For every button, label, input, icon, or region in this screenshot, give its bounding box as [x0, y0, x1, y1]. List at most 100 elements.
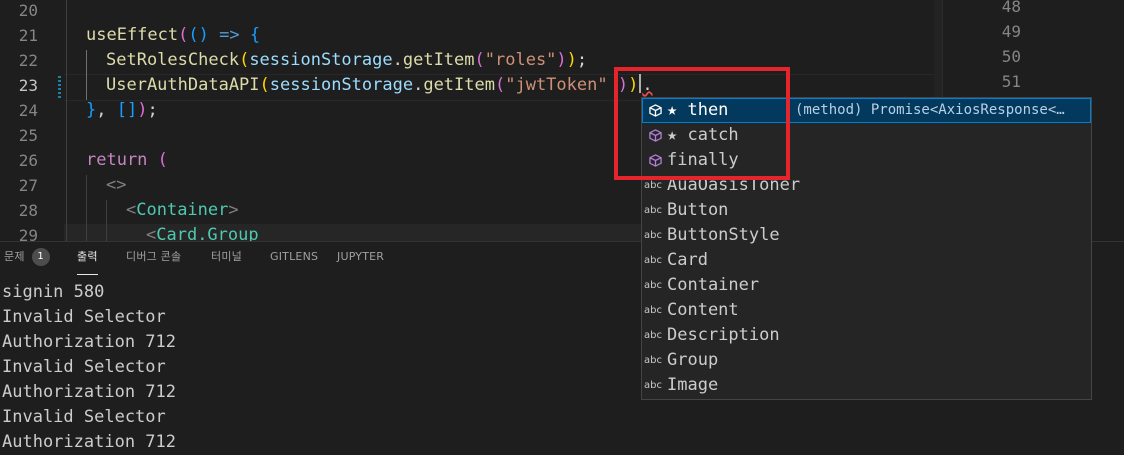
- suggest-item[interactable]: abc Image: [642, 373, 1091, 398]
- suggest-label: ButtonStyle: [667, 225, 780, 245]
- token: >: [228, 200, 239, 220]
- line-number: 51: [1001, 72, 1021, 91]
- token: "jwtToken": [505, 75, 608, 95]
- tab-jupyter[interactable]: JUPYTER: [337, 242, 384, 274]
- token: SetRolesCheck: [106, 50, 240, 70]
- code-line-28: <Container>: [126, 198, 239, 223]
- suggest-item[interactable]: abc Content: [642, 298, 1091, 323]
- tab-label: 디버그 콘솔: [126, 250, 182, 263]
- code-line-27: <>: [106, 173, 126, 198]
- token: ): [556, 50, 567, 70]
- suggest-label: Group: [667, 350, 719, 370]
- output-line: Authorization 712: [2, 432, 176, 452]
- problems-count-badge: 1: [31, 248, 50, 266]
- token: getItem: [402, 50, 475, 70]
- line-number: 22: [18, 51, 38, 70]
- line-number: 20: [18, 1, 38, 20]
- text-abc-icon: abc: [644, 355, 662, 366]
- text-abc-icon: abc: [644, 230, 662, 241]
- token: sessionStorage: [249, 50, 393, 70]
- token: (: [474, 50, 485, 70]
- line-number: 28: [18, 201, 38, 220]
- token: "roles": [484, 50, 557, 70]
- text-abc-icon: abc: [644, 330, 662, 341]
- line-number: 50: [1001, 47, 1021, 66]
- token: Card.Group: [156, 225, 259, 241]
- suggest-item[interactable]: abc Group: [642, 348, 1091, 373]
- token: {: [249, 25, 261, 45]
- output-line: Authorization 712: [2, 382, 176, 402]
- code-line-21: useEffect(() => {: [86, 23, 260, 48]
- suggest-detail: (method) Promise<AxiosResponse<…: [795, 102, 1065, 118]
- suggest-label: Content: [667, 300, 739, 320]
- line-number: 24: [18, 101, 38, 120]
- suggest-item[interactable]: abc ButtonStyle: [642, 223, 1091, 248]
- token: <: [146, 225, 157, 241]
- suggest-label: Description: [667, 325, 780, 345]
- tab-label: 출력: [77, 250, 98, 263]
- text-abc-icon: abc: [644, 380, 662, 391]
- token: ): [566, 50, 577, 70]
- code-line-22: SetRolesCheck(sessionStorage.getItem("ro…: [106, 48, 587, 73]
- token: .: [413, 75, 424, 95]
- token: <: [126, 200, 137, 220]
- output-line: Authorization 712: [2, 332, 176, 352]
- output-line: Invalid Selector: [2, 407, 166, 427]
- indent-guide: [106, 200, 107, 241]
- output-line: Invalid Selector: [2, 357, 166, 377]
- text-abc-icon: abc: [644, 205, 662, 216]
- suggest-label: Image: [667, 375, 719, 395]
- token: Container: [136, 200, 229, 220]
- suggest-item[interactable]: abc Description: [642, 323, 1091, 348]
- suggest-label: Container: [667, 275, 760, 295]
- output-line: Invalid Selector: [2, 307, 166, 327]
- line-number: 49: [1001, 22, 1021, 41]
- line-number: 26: [18, 151, 38, 170]
- tab-terminal[interactable]: 터미널: [211, 242, 242, 274]
- token: useEffect: [86, 25, 179, 45]
- suggest-item[interactable]: abc Button: [642, 198, 1091, 223]
- token: ,: [96, 100, 117, 120]
- text-abc-icon: abc: [644, 280, 662, 291]
- token: (: [494, 75, 506, 95]
- git-modified-indicator: [58, 76, 61, 98]
- suggest-item[interactable]: abc Card: [642, 248, 1091, 273]
- token: <>: [106, 175, 127, 195]
- text-abc-icon: abc: [644, 255, 662, 266]
- text-abc-icon: abc: [644, 305, 662, 316]
- token: (: [178, 25, 189, 45]
- token: (: [239, 50, 250, 70]
- token: (): [188, 25, 209, 45]
- suggest-label: Button: [667, 200, 729, 220]
- tab-label: GITLENS: [270, 250, 319, 263]
- token: =>: [208, 25, 250, 45]
- suggest-label: Card: [667, 250, 708, 270]
- tab-label: 문제: [4, 250, 25, 263]
- indent-guide: [66, 0, 67, 241]
- token: (: [147, 150, 168, 170]
- line-number: 29: [18, 226, 38, 241]
- line-number: 48: [1001, 0, 1021, 16]
- token: ;: [147, 100, 158, 120]
- token: sessionStorage: [269, 75, 414, 95]
- line-number-active: 23: [18, 76, 38, 95]
- tab-problems[interactable]: 문제 1: [4, 242, 50, 274]
- code-line-24: }, []);: [86, 98, 158, 123]
- line-number: 21: [18, 26, 38, 45]
- line-number: 25: [18, 126, 38, 145]
- token: (: [259, 75, 270, 95]
- tab-output[interactable]: 출력: [77, 242, 98, 275]
- suggest-item[interactable]: abc Container: [642, 273, 1091, 298]
- tab-label: 터미널: [211, 250, 242, 263]
- tab-label: JUPYTER: [337, 250, 385, 263]
- token: }: [86, 100, 97, 120]
- code-line-26: return (: [86, 148, 168, 173]
- tab-gitlens[interactable]: GITLENS: [270, 242, 318, 274]
- code-line-23[interactable]: UserAuthDataAPI(sessionStorage.getItem("…: [106, 73, 653, 98]
- token: return: [86, 150, 148, 170]
- tab-debug-console[interactable]: 디버그 콘솔: [126, 242, 181, 274]
- token: .: [392, 50, 403, 70]
- output-line: signin 580: [2, 282, 105, 302]
- token: []: [116, 100, 138, 120]
- line-number-gutter: 20 21 22 23 24 25 26 27 28 29: [0, 0, 60, 241]
